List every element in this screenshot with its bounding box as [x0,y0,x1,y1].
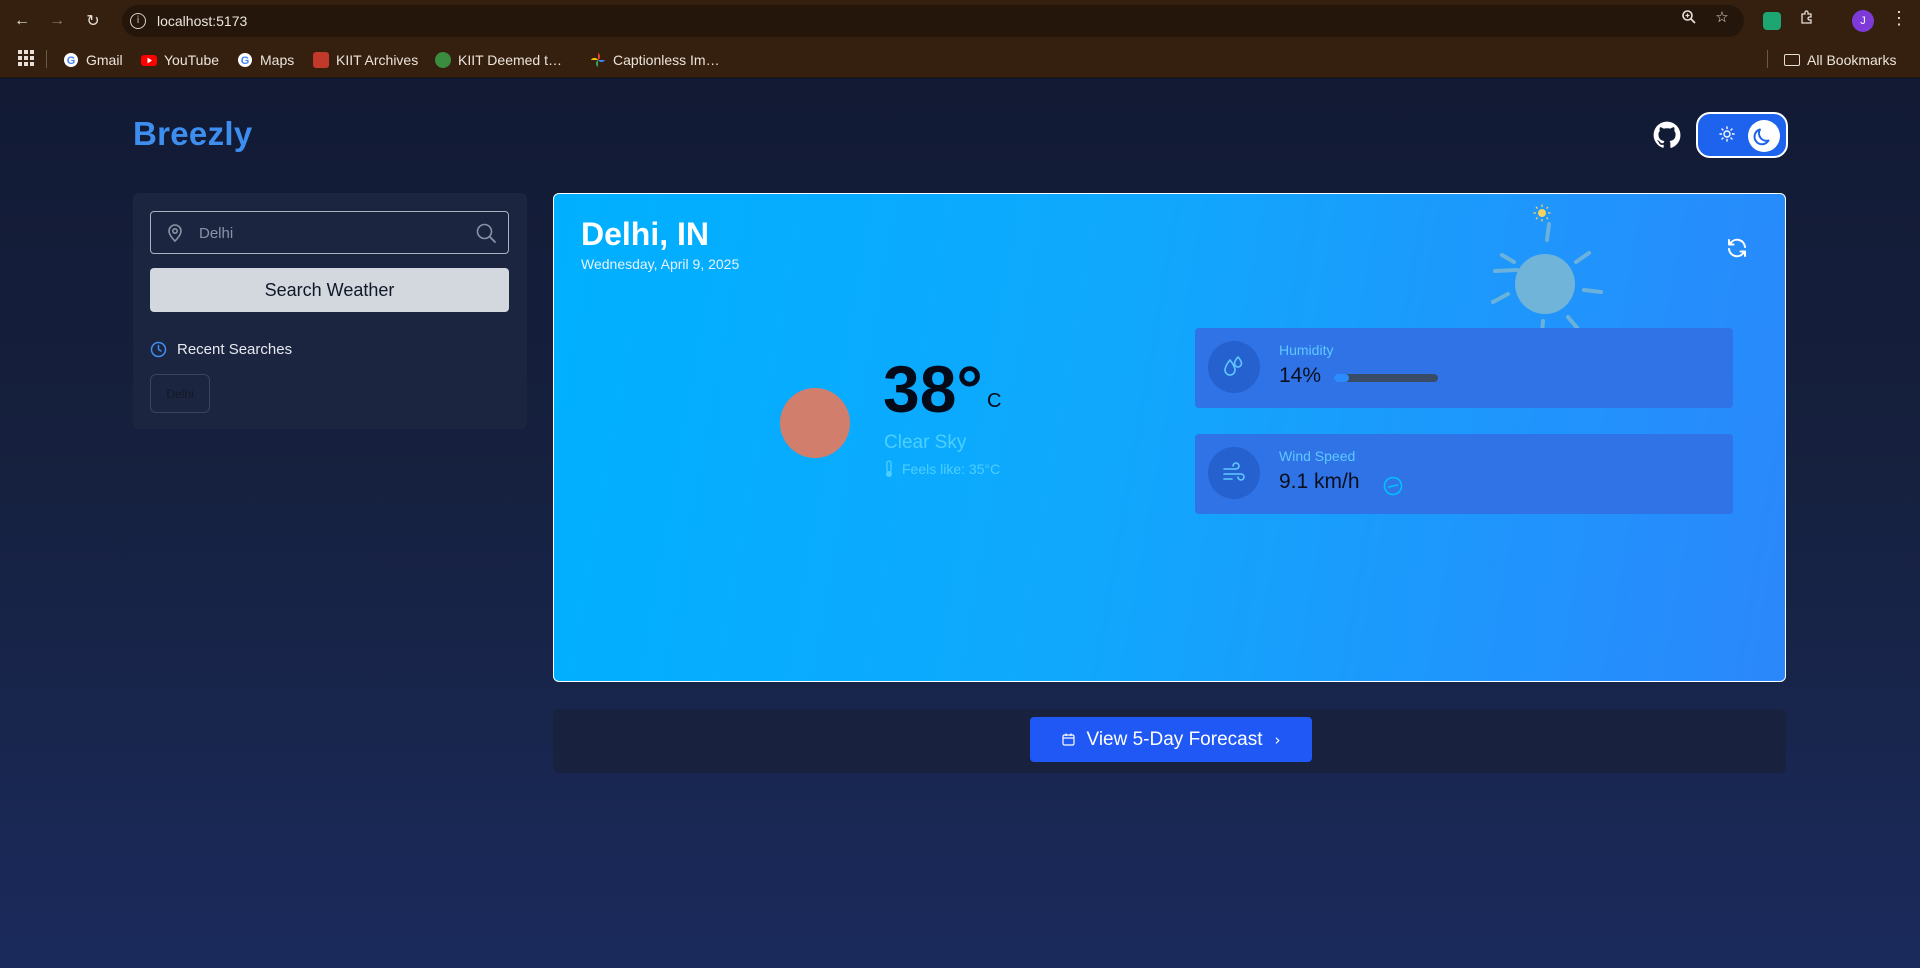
back-icon[interactable]: ← [10,9,34,33]
bookmark-kiit-archives[interactable]: KIIT Archives [313,50,418,70]
google-icon: G [237,52,253,68]
site-info-icon[interactable]: i [130,13,146,29]
temperature-unit: C [987,390,1002,412]
bookmark-star-icon[interactable]: ☆ [1713,9,1731,27]
clock-icon [150,341,167,358]
url-text[interactable]: localhost:5173 [157,13,247,29]
view-forecast-button[interactable]: View 5-Day Forecast › [1030,717,1312,762]
kiit-green-icon [435,52,451,68]
humidity-card: Humidity 14% [1195,328,1733,408]
location-pin-icon [165,223,185,243]
humidity-bar-fill [1334,374,1349,382]
svg-text:G: G [67,55,76,67]
extensions-puzzle-icon[interactable] [1798,9,1816,27]
humidity-bar [1334,374,1438,382]
bookmark-maps[interactable]: G Maps [237,50,294,70]
bookmark-captionless[interactable]: Captionless Im… [590,50,720,70]
droplets-icon [1208,341,1260,393]
chevron-right-icon: › [1274,730,1281,749]
theme-toggle[interactable] [1696,112,1788,158]
address-bar[interactable]: i localhost:5173 [122,5,1744,37]
humidity-label: Humidity [1279,342,1334,358]
humidity-value: 14% [1279,364,1322,387]
profile-avatar[interactable]: J [1852,10,1874,32]
bookmark-label: KIIT Archives [336,52,419,68]
search-field[interactable] [150,211,509,254]
github-icon[interactable] [1653,121,1681,149]
youtube-icon [141,52,157,68]
pinwheel-icon [590,52,606,68]
search-input[interactable] [199,222,459,244]
moon-icon[interactable] [1748,120,1780,152]
wind-direction-icon [1383,476,1403,496]
bookmark-kiit-deemed[interactable]: KIIT Deemed t… [435,50,562,70]
browser-menu-icon[interactable]: ⋮ [1890,8,1908,29]
all-bookmarks[interactable]: All Bookmarks [1784,50,1896,70]
bookmark-label: Maps [260,52,295,68]
weather-condition: Clear Sky [884,432,967,453]
zoom-icon[interactable] [1680,9,1698,27]
bookmark-label: Gmail [86,52,123,68]
recent-search-chip[interactable]: Delhi [150,374,210,413]
sun-decoration-icon [1491,222,1603,334]
thermometer-icon [886,460,892,477]
wind-value: 9.1 km/h [1279,470,1360,493]
recent-searches-heading: Recent Searches [150,341,292,358]
sun-icon[interactable] [1718,126,1736,144]
all-bookmarks-label: All Bookmarks [1807,52,1897,68]
app-root: Breezly Search Weather Recent Searches [0,79,1920,968]
bookmark-gmail[interactable]: G Gmail [63,50,123,70]
search-panel: Search Weather Recent Searches Delhi [133,193,527,429]
wind-label: Wind Speed [1279,448,1356,464]
wind-icon [1208,447,1260,499]
weather-condition-icon [780,388,850,458]
current-date: Wednesday, April 9, 2025 [581,256,740,272]
bookmark-label: KIIT Deemed t… [458,52,563,68]
folder-icon [1784,54,1800,66]
recent-searches-label: Recent Searches [177,341,293,358]
current-weather-card: Delhi, IN Wednesday, April 9, 2025 38° C… [553,193,1786,682]
forecast-panel: View 5-Day Forecast › [553,709,1786,773]
apps-grid-icon[interactable] [18,50,34,66]
bookmarks-divider [1767,50,1768,68]
bookmark-label: YouTube [164,52,220,68]
feels-like-text: Feels like: 35°C [902,461,1001,477]
browser-toolbar: ← → ↻ i localhost:5173 ☆ J ⋮ [0,0,1920,42]
google-icon: G [63,52,79,68]
svg-text:G: G [241,55,250,67]
brand-logo[interactable]: Breezly [133,115,253,153]
kiit-icon [313,52,329,68]
bookmark-label: Captionless Im… [613,52,720,68]
city-name: Delhi, IN [581,216,710,252]
forward-icon[interactable]: → [45,9,69,33]
extension-icon[interactable] [1763,12,1781,30]
bookmark-youtube[interactable]: YouTube [141,50,219,70]
search-weather-button[interactable]: Search Weather [150,268,509,312]
temperature-value: 38° [883,352,983,426]
bookmarks-divider [46,50,47,68]
wind-card: Wind Speed 9.1 km/h [1195,434,1733,514]
view-forecast-label: View 5-Day Forecast [1086,728,1263,750]
calendar-icon [1061,733,1075,746]
search-icon[interactable] [475,222,497,244]
reload-icon[interactable]: ↻ [81,9,105,33]
feels-like: Feels like: 35°C [884,460,1000,478]
refresh-icon[interactable] [1725,236,1749,260]
